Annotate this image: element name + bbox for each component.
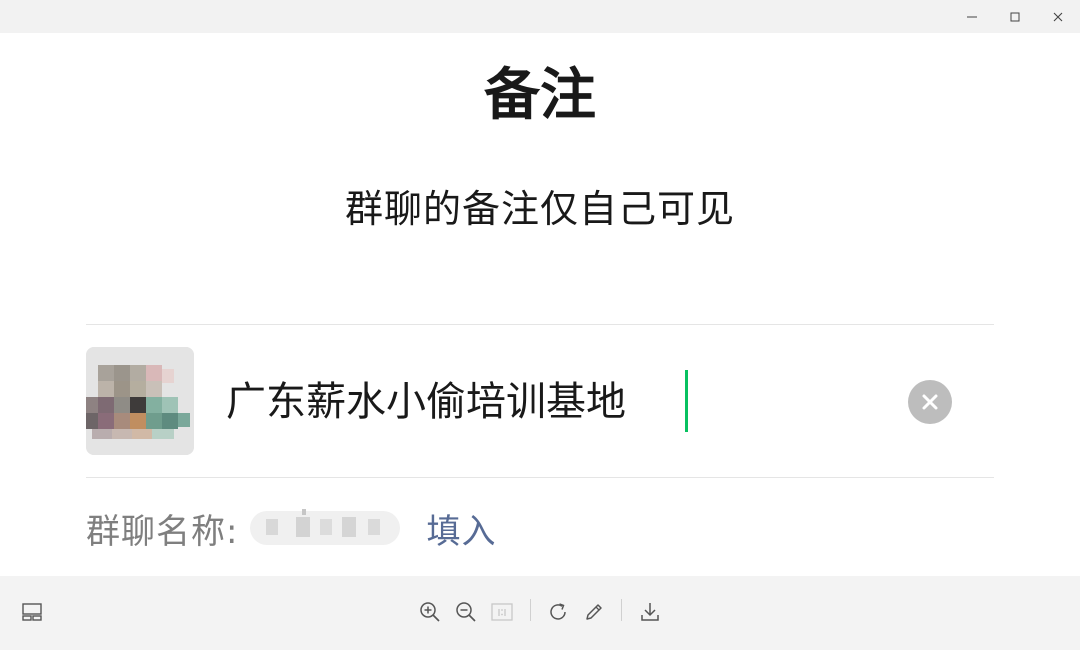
zoom-out-icon [456, 602, 476, 622]
group-name-label: 群聊名称: [86, 511, 239, 552]
maximize-icon [1010, 12, 1020, 21]
minimize-button[interactable] [952, 0, 992, 33]
page-title: 备注 [484, 63, 596, 128]
group-avatar [86, 347, 194, 455]
zoom-in-button[interactable] [414, 596, 446, 628]
edit-icon [586, 604, 602, 620]
close-window-button[interactable] [1038, 0, 1078, 33]
remark-input[interactable] [226, 373, 876, 431]
blurred-group-name [250, 505, 401, 551]
actual-size-button[interactable] [486, 596, 518, 628]
clear-input-button[interactable] [908, 380, 952, 424]
rotate-button[interactable] [542, 596, 574, 628]
zoom-out-button[interactable] [450, 596, 482, 628]
toolbar-separator [530, 599, 531, 621]
title-bar [0, 0, 1080, 33]
download-icon [641, 603, 659, 621]
image-viewer-toolbar [0, 576, 1080, 650]
layout-button[interactable] [16, 596, 48, 628]
divider-bottom [86, 477, 994, 478]
close-icon [1053, 12, 1063, 21]
subtitle: 群聊的备注仅自己可见 [344, 187, 735, 231]
zoom-in-icon [420, 602, 440, 622]
pixelated-avatar-image [86, 347, 194, 455]
maximize-button[interactable] [995, 0, 1035, 33]
layout-icon [22, 603, 42, 621]
divider-top [86, 324, 994, 325]
actual-size-icon [491, 603, 513, 621]
rotate-icon [550, 603, 566, 620]
remark-dialog: 备注 群聊的备注仅自己可见 广东薪水小偷培训基地 群聊名称: 填入 [0, 33, 1080, 576]
fill-in-link[interactable]: 填入 [426, 504, 496, 553]
edit-button[interactable] [578, 596, 610, 628]
text-caret [685, 370, 688, 432]
toolbar-separator [621, 599, 622, 621]
clear-circle-icon [922, 394, 938, 410]
group-name-row: 群聊名称: 填入 [86, 503, 496, 553]
minimize-icon [967, 16, 977, 17]
download-button[interactable] [634, 596, 666, 628]
